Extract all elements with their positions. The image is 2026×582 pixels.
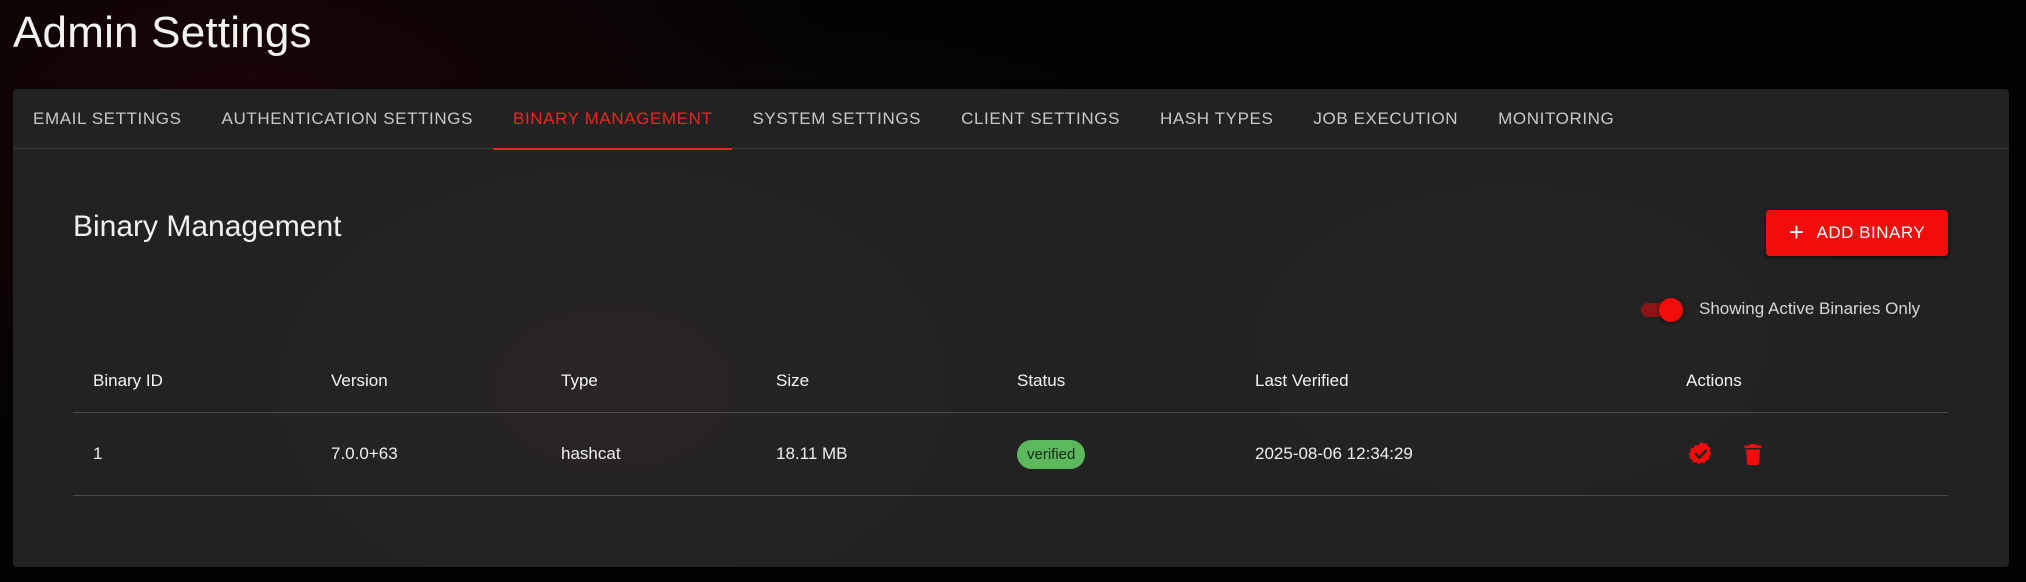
column-header-size: Size	[776, 371, 810, 390]
cell-version: 7.0.0+63	[331, 444, 398, 463]
column-header-type: Type	[561, 371, 598, 390]
column-header-status: Status	[1017, 371, 1066, 390]
column-header-binary-id: Binary ID	[93, 371, 163, 390]
table-header: Binary ID Version Type Size Status Last …	[73, 350, 1948, 413]
tab-job-execution[interactable]: JOB EXECUTION	[1293, 89, 1478, 149]
cell-binary-id: 1	[93, 444, 103, 463]
add-binary-button[interactable]: + ADD BINARY	[1766, 210, 1948, 256]
row-actions	[1686, 439, 1948, 469]
tab-authentication-settings[interactable]: AUTHENTICATION SETTINGS	[202, 89, 494, 149]
table-row: 1 7.0.0+63 hashcat 18.11 MB verified 202…	[73, 413, 1948, 496]
toggle-label: Showing Active Binaries Only	[1699, 299, 1921, 318]
verify-icon	[1688, 441, 1712, 465]
cell-status: verified	[997, 439, 1235, 469]
active-filter-row: Showing Active Binaries Only	[1635, 294, 1920, 324]
verify-button[interactable]	[1686, 439, 1716, 469]
binaries-table: Binary ID Version Type Size Status Last …	[73, 350, 1948, 496]
cell-type: hashcat	[561, 444, 621, 463]
toggle-thumb	[1659, 298, 1683, 322]
section-title: Binary Management	[73, 210, 342, 243]
tab-monitoring[interactable]: MONITORING	[1478, 89, 1634, 149]
tab-hash-types[interactable]: HASH TYPES	[1140, 89, 1293, 149]
trash-icon	[1744, 444, 1762, 465]
settings-tabs: EMAIL SETTINGS AUTHENTICATION SETTINGS B…	[13, 89, 2009, 150]
tab-email-settings[interactable]: EMAIL SETTINGS	[13, 89, 202, 149]
plus-icon: +	[1788, 217, 1805, 247]
delete-button[interactable]	[1738, 439, 1768, 469]
tab-client-settings[interactable]: CLIENT SETTINGS	[941, 89, 1140, 149]
active-binaries-toggle[interactable]	[1635, 294, 1685, 324]
add-binary-label: ADD BINARY	[1816, 223, 1926, 242]
settings-panel: EMAIL SETTINGS AUTHENTICATION SETTINGS B…	[13, 89, 2009, 567]
column-header-actions: Actions	[1686, 371, 1742, 390]
column-header-last-verified: Last Verified	[1255, 371, 1349, 390]
page-title: Admin Settings	[13, 8, 312, 57]
cell-size: 18.11 MB	[776, 444, 848, 463]
tab-binary-management[interactable]: BINARY MANAGEMENT	[493, 89, 733, 150]
tab-system-settings[interactable]: SYSTEM SETTINGS	[732, 89, 941, 149]
column-header-version: Version	[331, 371, 388, 390]
cell-last-verified: 2025-08-06 12:34:29	[1255, 444, 1413, 463]
cell-actions	[1666, 439, 1948, 469]
status-badge: verified	[1017, 439, 1086, 469]
